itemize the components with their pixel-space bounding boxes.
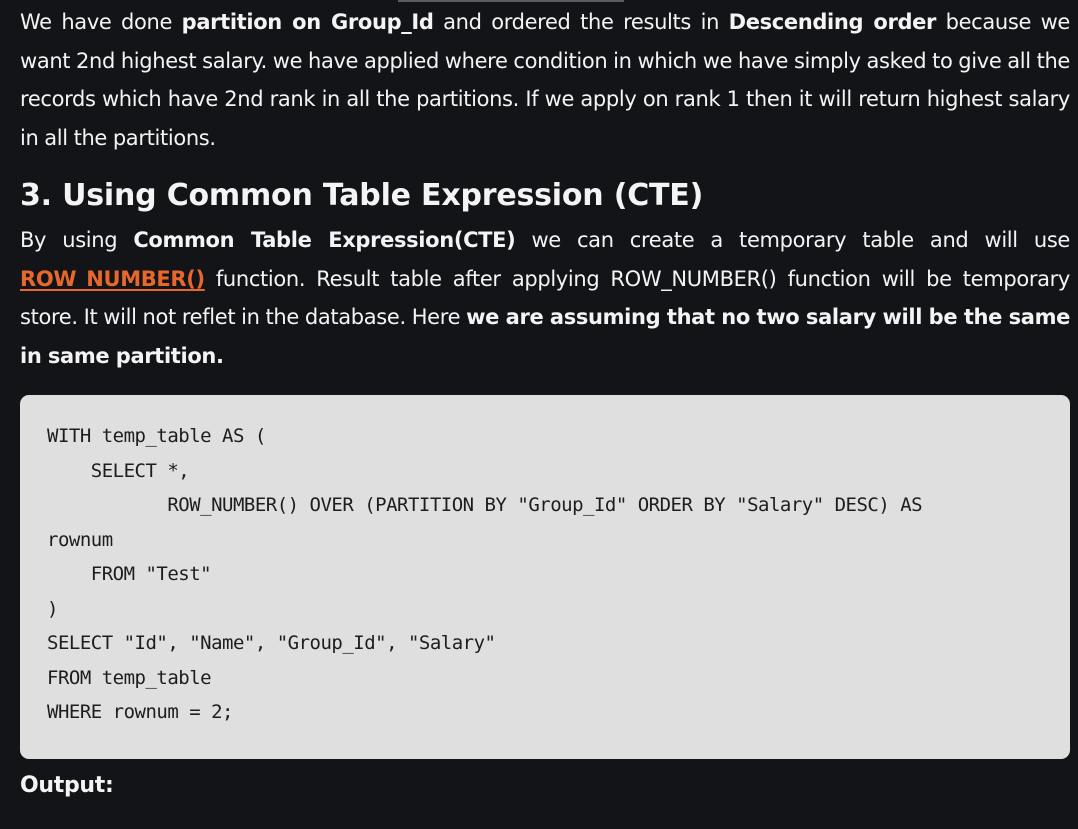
code-line: SELECT *,	[47, 459, 190, 482]
intro-text-2: and ordered the results in	[433, 10, 729, 34]
cte-text-1: By using	[20, 228, 134, 252]
cte-bold-term: Common Table Expression(CTE)	[133, 228, 516, 252]
intro-paragraph: We have done partition on Group_Id and o…	[20, 3, 1070, 157]
code-line: ROW_NUMBER() OVER (PARTITION BY "Group_I…	[47, 494, 923, 516]
intro-bold-partition: partition on Group_Id	[181, 10, 434, 34]
section-heading: 3. Using Common Table Expression (CTE)	[20, 178, 704, 213]
output-label: Output:	[20, 773, 114, 798]
code-line: FROM temp_table	[47, 666, 212, 689]
intro-bold-descending: Descending order	[728, 10, 937, 34]
top-divider	[398, 0, 624, 2]
cte-paragraph: By using Common Table Expression(CTE) we…	[20, 221, 1070, 375]
row-number-link[interactable]: ROW_NUMBER()	[20, 267, 205, 291]
code-line: SELECT "Id", "Name", "Group_Id", "Salary…	[47, 632, 496, 654]
code-line: WHERE rownum = 2;	[47, 701, 233, 723]
code-line: )	[47, 597, 58, 620]
code-block[interactable]: WITH temp_table AS ( SELECT *, ROW_NUMBE…	[20, 395, 1070, 759]
article-body: We have done partition on Group_Id and o…	[20, 3, 1070, 759]
cte-text-2: we can create a temporary table and will…	[515, 228, 1070, 252]
code-line: WITH temp_table AS (	[47, 425, 266, 447]
intro-text-1: We have done	[20, 10, 182, 34]
code-line: FROM "Test"	[47, 563, 212, 585]
code-line: rownum	[47, 528, 113, 551]
